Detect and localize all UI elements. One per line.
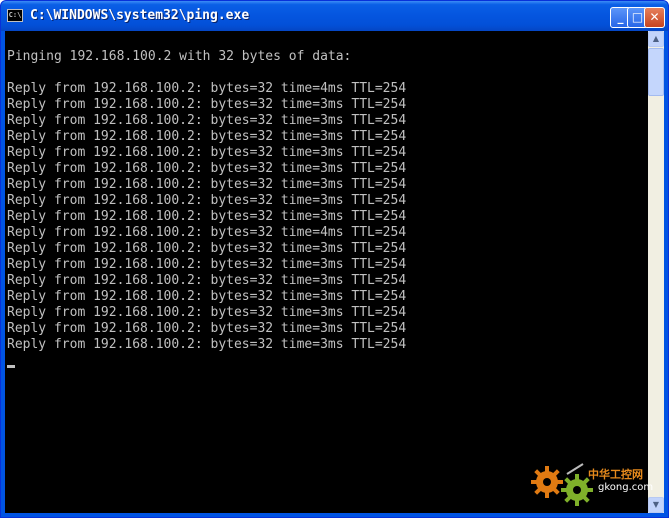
scroll-thumb[interactable] [648,48,664,96]
reply-line: Reply from 192.168.100.2: bytes=32 time=… [7,145,407,160]
text-cursor [7,365,15,368]
reply-line: Reply from 192.168.100.2: bytes=32 time=… [7,193,407,208]
cmd-console-icon[interactable]: C:\ [7,9,23,22]
watermark-domain: gkong.com [598,482,654,493]
watermark-brand: 中华工控网 [588,468,643,481]
reply-line: Reply from 192.168.100.2: bytes=32 time=… [7,129,407,144]
reply-line: Reply from 192.168.100.2: bytes=32 time=… [7,257,407,272]
console-output[interactable]: Pinging 192.168.100.2 with 32 bytes of d… [5,31,648,513]
console-window: C:\ C:\WINDOWS\system32\ping.exe _ □ ✕ P… [0,0,669,518]
reply-line: Reply from 192.168.100.2: bytes=32 time=… [7,321,407,336]
reply-line: Reply from 192.168.100.2: bytes=32 time=… [7,305,407,320]
title-bar[interactable]: C:\ C:\WINDOWS\system32\ping.exe _ □ ✕ [1,1,668,31]
reply-line: Reply from 192.168.100.2: bytes=32 time=… [7,241,407,256]
reply-line: Reply from 192.168.100.2: bytes=32 time=… [7,113,407,128]
reply-line: Reply from 192.168.100.2: bytes=32 time=… [7,209,407,224]
close-button[interactable]: ✕ [644,7,665,28]
reply-line: Reply from 192.168.100.2: bytes=32 time=… [7,97,407,112]
reply-line: Reply from 192.168.100.2: bytes=32 time=… [7,273,407,288]
reply-line: Reply from 192.168.100.2: bytes=32 time=… [7,225,407,240]
vertical-scrollbar[interactable]: ▲ ▼ [648,31,664,513]
reply-line: Reply from 192.168.100.2: bytes=32 time=… [7,289,407,304]
ping-header-line: Pinging 192.168.100.2 with 32 bytes of d… [7,49,352,64]
reply-line: Reply from 192.168.100.2: bytes=32 time=… [7,161,407,176]
reply-line: Reply from 192.168.100.2: bytes=32 time=… [7,81,407,96]
reply-line: Reply from 192.168.100.2: bytes=32 time=… [7,177,407,192]
reply-line: Reply from 192.168.100.2: bytes=32 time=… [7,337,407,352]
window-title: C:\WINDOWS\system32\ping.exe [30,8,250,23]
scroll-up-icon[interactable]: ▲ [648,31,664,47]
console-client-area: Pinging 192.168.100.2 with 32 bytes of d… [5,31,664,513]
